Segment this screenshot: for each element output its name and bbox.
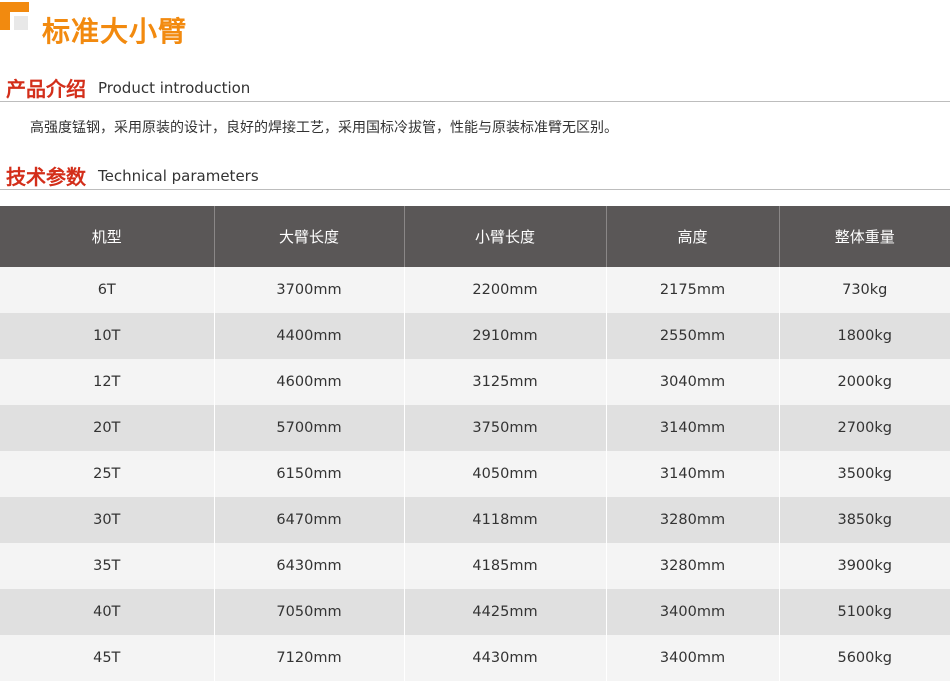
cell-boom-length: 4600mm [214,359,405,405]
cell-boom-length: 7050mm [214,589,405,635]
parameters-table: 机型 大臂长度 小臂长度 高度 整体重量 6T 3700mm 2200mm 2175m… [0,206,950,681]
table-row: 45T 7120mm 4430mm 3400mm 5600kg [0,635,950,681]
cell-arm-length: 4118mm [404,497,607,543]
column-header-arm-length: 小臂长度 [404,206,607,267]
cell-height: 3280mm [606,497,780,543]
cell-arm-length: 4430mm [404,635,607,681]
cell-arm-length: 3125mm [404,359,607,405]
cell-boom-length: 4400mm [214,313,405,359]
cell-arm-length: 2200mm [404,267,607,313]
cell-height: 3040mm [606,359,780,405]
section-title-en: Product introduction [98,79,251,97]
cell-model: 10T [0,313,215,359]
cell-weight: 1800kg [779,313,950,359]
product-description: 高强度锰钢，采用原装的设计，良好的焊接工艺，采用国标冷拔管，性能与原装标准臂无区… [30,120,618,136]
cell-boom-length: 6150mm [214,451,405,497]
table-row: 35T 6430mm 4185mm 3280mm 3900kg [0,543,950,589]
cell-boom-length: 6470mm [214,497,405,543]
cell-arm-length: 3750mm [404,405,607,451]
cell-height: 2175mm [606,267,780,313]
cell-boom-length: 5700mm [214,405,405,451]
cell-height: 3400mm [606,635,780,681]
column-header-weight: 整体重量 [779,206,950,267]
cell-model: 45T [0,635,215,681]
cell-weight: 2700kg [779,405,950,451]
column-header-model: 机型 [0,206,215,267]
cell-model: 12T [0,359,215,405]
cell-weight: 3900kg [779,543,950,589]
section-title-en: Technical parameters [98,167,259,185]
column-header-boom-length: 大臂长度 [214,206,405,267]
table-row: 10T 4400mm 2910mm 2550mm 1800kg [0,313,950,359]
table-row: 6T 3700mm 2200mm 2175mm 730kg [0,267,950,313]
cell-model: 6T [0,267,215,313]
section-title-zh: 产品介绍 [6,77,86,101]
cell-boom-length: 7120mm [214,635,405,681]
cell-model: 30T [0,497,215,543]
cell-weight: 3850kg [779,497,950,543]
cell-weight: 2000kg [779,359,950,405]
cell-height: 3140mm [606,405,780,451]
page-title: 标准大小臂 [42,15,188,48]
cell-height: 3280mm [606,543,780,589]
corner-bracket-icon [0,0,30,30]
page-header: 标准大小臂 [0,0,950,54]
cell-weight: 730kg [779,267,950,313]
cell-weight: 5600kg [779,635,950,681]
table-row: 12T 4600mm 3125mm 3040mm 2000kg [0,359,950,405]
cell-height: 3400mm [606,589,780,635]
table-header-row: 机型 大臂长度 小臂长度 高度 整体重量 [0,206,950,267]
cell-arm-length: 4425mm [404,589,607,635]
cell-arm-length: 4050mm [404,451,607,497]
column-header-height: 高度 [606,206,780,267]
cell-model: 25T [0,451,215,497]
cell-height: 3140mm [606,451,780,497]
table-row: 25T 6150mm 4050mm 3140mm 3500kg [0,451,950,497]
cell-boom-length: 6430mm [214,543,405,589]
cell-weight: 3500kg [779,451,950,497]
section-technical-parameters: 技术参数 Technical parameters [0,159,950,190]
table-row: 30T 6470mm 4118mm 3280mm 3850kg [0,497,950,543]
cell-model: 35T [0,543,215,589]
section-product-introduction: 产品介绍 Product introduction [0,71,950,102]
section-title-zh: 技术参数 [6,165,86,189]
table-body: 6T 3700mm 2200mm 2175mm 730kg 10T 4400mm 2910mm… [0,267,950,681]
cell-arm-length: 4185mm [404,543,607,589]
cell-model: 20T [0,405,215,451]
cell-model: 40T [0,589,215,635]
table-row: 40T 7050mm 4425mm 3400mm 5100kg [0,589,950,635]
table-row: 20T 5700mm 3750mm 3140mm 2700kg [0,405,950,451]
cell-boom-length: 3700mm [214,267,405,313]
cell-weight: 5100kg [779,589,950,635]
cell-arm-length: 2910mm [404,313,607,359]
cell-height: 2550mm [606,313,780,359]
